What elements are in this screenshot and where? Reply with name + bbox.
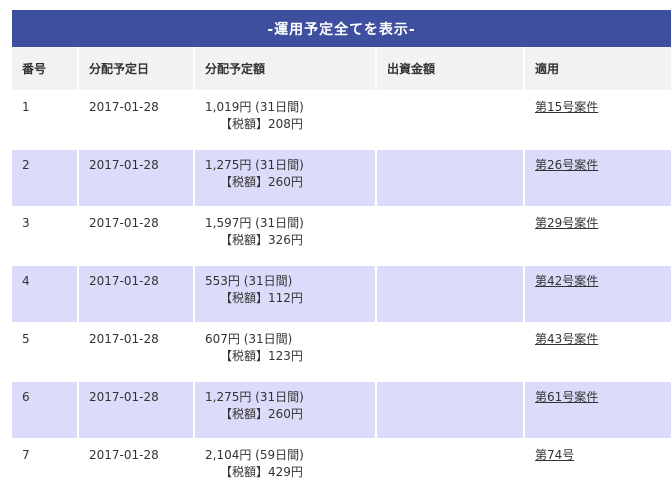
- table-row: 1 2017-01-28 1,019円 (31日間) 【税額】208円 第15号…: [12, 91, 671, 150]
- table-row: 5 2017-01-28 607円 (31日間) 【税額】123円 第43号案件: [12, 323, 671, 382]
- row-apply-cell: 第29号案件: [524, 207, 671, 266]
- table-title: -運用予定全てを表示-: [267, 21, 416, 38]
- row-tax: 【税額】123円: [220, 349, 303, 363]
- project-link[interactable]: 第15号案件: [535, 100, 598, 114]
- row-apply-cell: 第26号案件: [524, 149, 671, 208]
- row-amount-cell: 1,275円 (31日間) 【税額】260円: [194, 381, 377, 440]
- row-tax: 【税額】429円: [220, 465, 303, 479]
- table-title-bar: -運用予定全てを表示-: [12, 10, 671, 47]
- row-amount: 1,597円 (31日間): [205, 216, 304, 230]
- row-amount-cell: 1,275円 (31日間) 【税額】260円: [194, 149, 377, 208]
- row-investment: [376, 207, 525, 266]
- row-date: 2017-01-28: [78, 91, 195, 150]
- row-date: 2017-01-28: [78, 265, 195, 324]
- column-header-date: 分配予定日: [78, 47, 195, 92]
- project-link[interactable]: 第29号案件: [535, 216, 598, 230]
- row-investment: [376, 91, 525, 150]
- row-number: 4: [12, 265, 79, 324]
- row-amount: 607円 (31日間): [205, 332, 293, 346]
- column-header-investment: 出資金額: [376, 47, 525, 92]
- row-investment: [376, 149, 525, 208]
- row-investment: [376, 439, 525, 498]
- row-amount: 553円 (31日間): [205, 274, 293, 288]
- row-investment: [376, 265, 525, 324]
- distribution-schedule-table: 番号 分配予定日 分配予定額 出資金額 適用 1 2017-01-28 1,01…: [12, 47, 671, 498]
- table-row: 7 2017-01-28 2,104円 (59日間) 【税額】429円 第74号: [12, 439, 671, 498]
- table-row: 4 2017-01-28 553円 (31日間) 【税額】112円 第42号案件: [12, 265, 671, 324]
- row-date: 2017-01-28: [78, 439, 195, 498]
- row-number: 3: [12, 207, 79, 266]
- row-apply-cell: 第42号案件: [524, 265, 671, 324]
- table-row: 6 2017-01-28 1,275円 (31日間) 【税額】260円 第61号…: [12, 381, 671, 440]
- project-link[interactable]: 第74号: [535, 448, 574, 462]
- row-tax: 【税額】208円: [220, 117, 303, 131]
- column-header-number: 番号: [12, 47, 79, 92]
- row-number: 6: [12, 381, 79, 440]
- row-number: 5: [12, 323, 79, 382]
- project-link[interactable]: 第61号案件: [535, 390, 598, 404]
- row-apply-cell: 第74号: [524, 439, 671, 498]
- row-amount: 2,104円 (59日間): [205, 448, 304, 462]
- row-investment: [376, 323, 525, 382]
- row-amount-cell: 553円 (31日間) 【税額】112円: [194, 265, 377, 324]
- row-investment: [376, 381, 525, 440]
- row-tax: 【税額】260円: [220, 175, 303, 189]
- project-link[interactable]: 第42号案件: [535, 274, 598, 288]
- row-tax: 【税額】112円: [220, 291, 303, 305]
- row-amount: 1,275円 (31日間): [205, 390, 304, 404]
- column-header-apply: 適用: [524, 47, 671, 92]
- row-number: 7: [12, 439, 79, 498]
- row-tax: 【税額】260円: [220, 407, 303, 421]
- row-date: 2017-01-28: [78, 381, 195, 440]
- table-row: 2 2017-01-28 1,275円 (31日間) 【税額】260円 第26号…: [12, 149, 671, 208]
- row-amount-cell: 1,597円 (31日間) 【税額】326円: [194, 207, 377, 266]
- project-link[interactable]: 第26号案件: [535, 158, 598, 172]
- row-date: 2017-01-28: [78, 207, 195, 266]
- row-date: 2017-01-28: [78, 323, 195, 382]
- project-link[interactable]: 第43号案件: [535, 332, 598, 346]
- row-amount-cell: 1,019円 (31日間) 【税額】208円: [194, 91, 377, 150]
- row-date: 2017-01-28: [78, 149, 195, 208]
- row-amount: 1,019円 (31日間): [205, 100, 304, 114]
- row-apply-cell: 第61号案件: [524, 381, 671, 440]
- row-amount: 1,275円 (31日間): [205, 158, 304, 172]
- row-apply-cell: 第15号案件: [524, 91, 671, 150]
- column-header-amount: 分配予定額: [194, 47, 377, 92]
- row-number: 2: [12, 149, 79, 208]
- row-tax: 【税額】326円: [220, 233, 303, 247]
- row-apply-cell: 第43号案件: [524, 323, 671, 382]
- table-row: 3 2017-01-28 1,597円 (31日間) 【税額】326円 第29号…: [12, 207, 671, 266]
- row-amount-cell: 2,104円 (59日間) 【税額】429円: [194, 439, 377, 498]
- table-header-row: 番号 分配予定日 分配予定額 出資金額 適用: [12, 47, 671, 92]
- row-number: 1: [12, 91, 79, 150]
- row-amount-cell: 607円 (31日間) 【税額】123円: [194, 323, 377, 382]
